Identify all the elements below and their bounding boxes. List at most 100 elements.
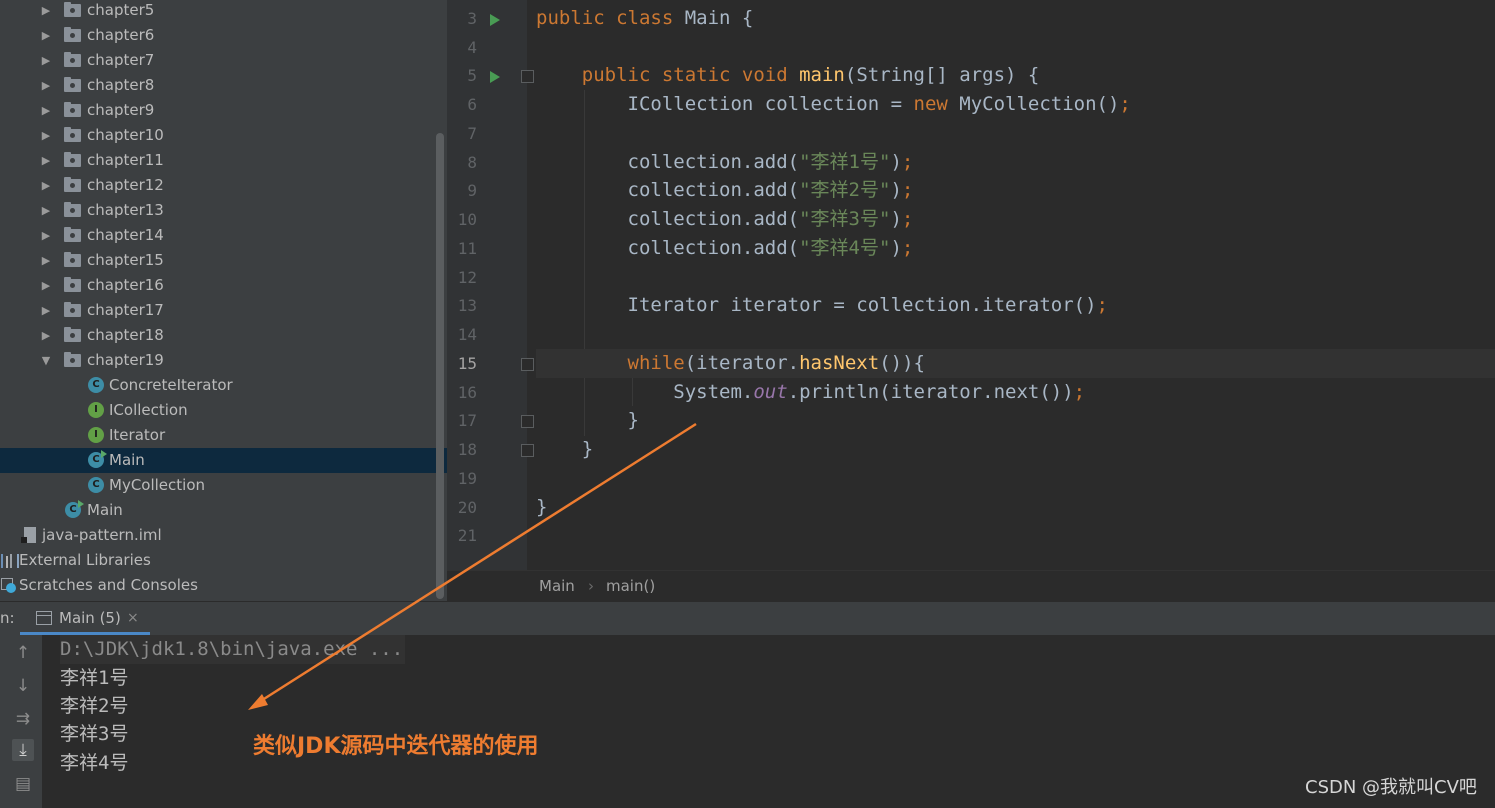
expand-arrow-icon[interactable]: ▶ — [40, 48, 52, 73]
breadcrumb-method[interactable]: main() — [606, 571, 655, 601]
tree-folder-chapter14[interactable]: ▶ chapter14 — [0, 223, 447, 248]
watermark: CSDN @我就叫CV吧 — [1305, 777, 1477, 798]
console-output-line: 李祥2号 — [60, 695, 129, 717]
run-class-icon[interactable] — [490, 14, 500, 26]
tree-item-icollection[interactable]: I ICollection — [0, 398, 447, 423]
run-method-icon[interactable] — [490, 71, 500, 83]
expand-arrow-icon[interactable]: ▶ — [40, 23, 52, 48]
tree-folder-chapter10[interactable]: ▶ chapter10 — [0, 123, 447, 148]
expand-arrow-icon[interactable]: ▶ — [40, 248, 52, 273]
print-icon[interactable]: ▤ — [12, 773, 34, 795]
code-line-20: } — [536, 496, 548, 518]
line-number: 5 — [467, 66, 477, 85]
package-folder-icon — [64, 352, 81, 367]
expand-arrow-icon[interactable]: ▶ — [40, 223, 52, 248]
tree-folder-chapter9[interactable]: ▶ chapter9 — [0, 98, 447, 123]
tree-item-label: Main — [109, 451, 145, 469]
package-folder-icon — [64, 227, 81, 242]
down-arrow-icon[interactable]: ↓ — [12, 675, 34, 697]
line-number: 12 — [457, 268, 477, 287]
expand-arrow-icon[interactable]: ▶ — [40, 323, 52, 348]
tree-item-label: Iterator — [109, 426, 166, 444]
code-line-6: ICollection collection = new MyCollectio… — [627, 93, 1131, 115]
tree-folder-label: chapter13 — [87, 201, 164, 219]
tree-folder-chapter16[interactable]: ▶ chapter16 — [0, 273, 447, 298]
module-file-icon — [21, 527, 36, 543]
tree-folder-chapter12[interactable]: ▶ chapter12 — [0, 173, 447, 198]
run-tab-main[interactable]: Main (5) × — [20, 602, 150, 635]
code-line-15-current: while(iterator.hasNext()){ — [536, 349, 1495, 378]
tree-folder-chapter11[interactable]: ▶ chapter11 — [0, 148, 447, 173]
tree-folder-chapter19[interactable]: ▼ chapter19 — [0, 348, 447, 373]
tree-folder-chapter15[interactable]: ▶ chapter15 — [0, 248, 447, 273]
expand-arrow-icon[interactable]: ▶ — [40, 73, 52, 98]
tree-scrollbar[interactable] — [436, 133, 444, 599]
code-editor[interactable]: 3 4 5 6 7 8 9 10 11 12 13 14 15 16 17 18… — [447, 0, 1495, 570]
fold-marker-icon[interactable] — [521, 70, 534, 83]
expand-arrow-icon[interactable]: ▶ — [40, 148, 52, 173]
line-number: 8 — [467, 153, 477, 172]
fold-marker-icon[interactable] — [521, 358, 534, 371]
tree-folder-label: chapter16 — [87, 276, 164, 294]
console-toolbar: ↑ ↓ ⇉ ⤓ ▤ — [0, 635, 42, 808]
tree-item-label: ConcreteIterator — [109, 376, 233, 394]
package-folder-icon — [64, 177, 81, 192]
tree-item-concreteiterator[interactable]: C ConcreteIterator — [0, 373, 447, 398]
tree-folder-chapter6[interactable]: ▶ chapter6 — [0, 23, 447, 48]
tree-item-label: MyCollection — [109, 476, 206, 494]
fold-end-marker-icon[interactable] — [521, 415, 534, 428]
line-number: 9 — [467, 181, 477, 200]
tree-folder-label: chapter19 — [87, 351, 164, 369]
package-folder-icon — [64, 277, 81, 292]
package-folder-icon — [64, 152, 81, 167]
run-toolwindow-header: n: Main (5) × — [0, 601, 1495, 636]
tree-item-external-libraries[interactable]: External Libraries — [0, 548, 447, 573]
fold-end-marker-icon[interactable] — [521, 444, 534, 457]
code-line-8: collection.add("李祥1号"); — [627, 151, 914, 173]
editor-gutter: 3 4 5 6 7 8 9 10 11 12 13 14 15 16 17 18… — [447, 0, 534, 570]
collapse-arrow-icon[interactable]: ▼ — [40, 348, 52, 373]
tree-item-iml-file[interactable]: java-pattern.iml — [0, 523, 447, 548]
tree-folder-chapter18[interactable]: ▶ chapter18 — [0, 323, 447, 348]
tree-folder-chapter5[interactable]: ▶ chapter5 — [0, 0, 447, 23]
class-icon: C — [88, 377, 104, 393]
close-icon[interactable]: × — [127, 602, 139, 635]
code-line-10: collection.add("李祥3号"); — [627, 208, 914, 230]
tree-item-scratches[interactable]: Scratches and Consoles — [0, 573, 447, 598]
tree-item-root-main[interactable]: C Main — [0, 498, 447, 523]
breadcrumb-class[interactable]: Main — [539, 571, 575, 601]
line-number-current: 15 — [457, 354, 477, 373]
tree-folder-chapter13[interactable]: ▶ chapter13 — [0, 198, 447, 223]
tree-item-iterator[interactable]: I Iterator — [0, 423, 447, 448]
scroll-to-end-icon[interactable]: ⤓ — [12, 739, 34, 761]
console-command-line: D:\JDK\jdk1.8\bin\java.exe ... — [60, 635, 406, 664]
run-console[interactable]: ↑ ↓ ⇉ ⤓ ▤ D:\JDK\jdk1.8\bin\java.exe ...… — [0, 635, 1495, 808]
up-arrow-icon[interactable]: ↑ — [12, 642, 34, 664]
tree-folder-label: chapter11 — [87, 151, 164, 169]
interface-icon: I — [88, 427, 104, 443]
tree-folder-chapter17[interactable]: ▶ chapter17 — [0, 298, 447, 323]
tree-folder-chapter7[interactable]: ▶ chapter7 — [0, 48, 447, 73]
tree-item-mycollection[interactable]: C MyCollection — [0, 473, 447, 498]
code-line-9: collection.add("李祥2号"); — [627, 179, 914, 201]
expand-arrow-icon[interactable]: ▶ — [40, 298, 52, 323]
package-folder-icon — [64, 27, 81, 42]
line-number: 17 — [457, 411, 477, 430]
tree-folder-chapter8[interactable]: ▶ chapter8 — [0, 73, 447, 98]
expand-arrow-icon[interactable]: ▶ — [40, 173, 52, 198]
expand-arrow-icon[interactable]: ▶ — [40, 273, 52, 298]
tree-item-main-selected[interactable]: C Main — [0, 448, 447, 473]
tree-folder-label: chapter5 — [87, 1, 155, 19]
line-number: 6 — [467, 95, 477, 114]
console-icon — [36, 611, 52, 625]
soft-wrap-icon[interactable]: ⇉ — [12, 708, 34, 730]
tree-folder-label: chapter15 — [87, 251, 164, 269]
expand-arrow-icon[interactable]: ▶ — [40, 198, 52, 223]
expand-arrow-icon[interactable]: ▶ — [40, 123, 52, 148]
line-number: 13 — [457, 296, 477, 315]
tree-folder-label: chapter9 — [87, 101, 155, 119]
code-line-5: public static void main(String[] args) { — [581, 64, 1040, 86]
library-icon — [1, 554, 19, 568]
expand-arrow-icon[interactable]: ▶ — [40, 98, 52, 123]
expand-arrow-icon[interactable]: ▶ — [40, 0, 52, 23]
